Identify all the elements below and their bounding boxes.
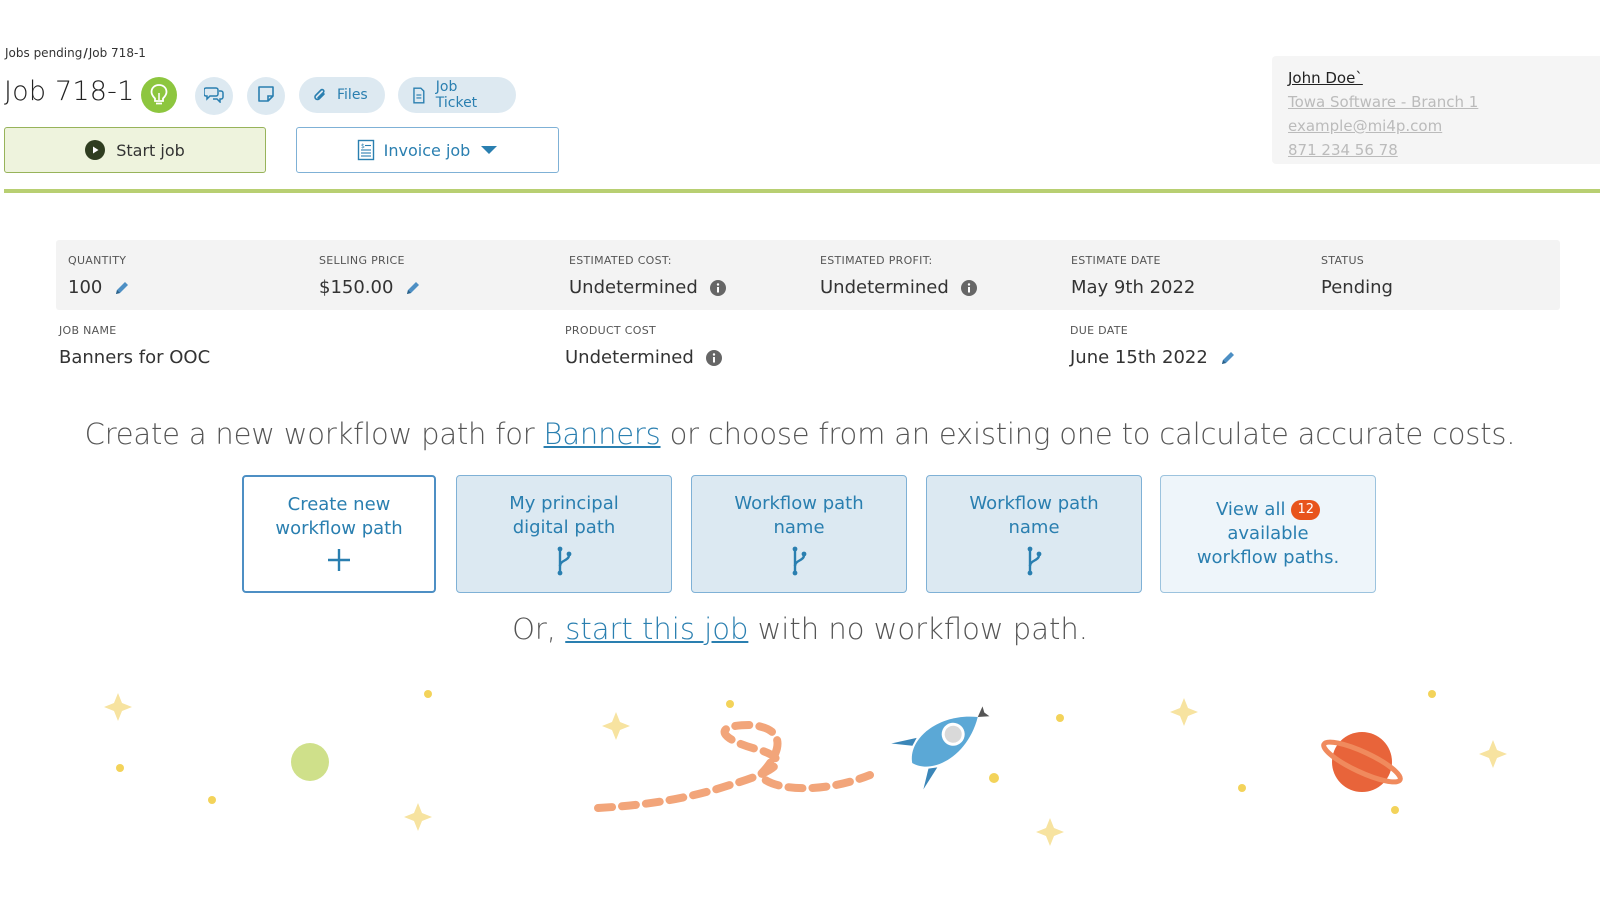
edit-quantity-pencil-icon[interactable]	[114, 280, 130, 296]
view-all-line2: available	[1227, 523, 1309, 544]
breadcrumb: Jobs pending/Job 718-1	[5, 46, 146, 60]
status-label: STATUS	[1321, 254, 1365, 267]
path2-card-line2: name	[1008, 517, 1060, 538]
rocket	[891, 706, 990, 790]
edit-due-date-pencil-icon[interactable]	[1220, 350, 1236, 366]
chat-bubbles-icon	[203, 85, 224, 107]
play-icon	[85, 140, 106, 160]
plus-icon	[244, 547, 434, 573]
branch-icon	[457, 546, 671, 576]
estimated-profit-field: ESTIMATED PROFIT: Undetermined	[820, 254, 977, 298]
start-job-label: Start job	[116, 140, 185, 160]
contact-company[interactable]: Towa Software - Branch 1	[1288, 90, 1596, 114]
estimate-date-value: May 9th 2022	[1071, 277, 1196, 298]
rocket-trail	[594, 720, 874, 812]
due-date-label: DUE DATE	[1070, 324, 1128, 337]
breadcrumb-separator: /	[83, 46, 88, 60]
files-label: Files	[337, 87, 368, 103]
space-illustration	[104, 690, 1507, 846]
estimated-profit-value: Undetermined	[820, 277, 949, 298]
path1-card-line2: name	[773, 517, 825, 538]
create-card-line2: workflow path	[275, 518, 403, 539]
estimated-profit-label: ESTIMATED PROFIT:	[820, 254, 933, 267]
info-icon[interactable]	[709, 279, 726, 296]
quantity-field: QUANTITY 100	[68, 254, 130, 298]
estimate-date-label: ESTIMATE DATE	[1071, 254, 1161, 267]
create-card-line1: Create new	[287, 494, 391, 515]
workflow-prompt: Create a new workflow path for Banners o…	[0, 417, 1600, 451]
start-this-job-link[interactable]: start this job	[565, 612, 748, 646]
estimated-cost-label: ESTIMATED COST:	[569, 254, 672, 267]
start-job-button[interactable]: Start job	[4, 127, 266, 173]
estimated-cost-field: ESTIMATED COST: Undetermined	[569, 254, 726, 298]
paths-count-badge: 12	[1291, 500, 1320, 520]
view-all-paths-card[interactable]: View all 12 available workflow paths.	[1160, 475, 1376, 593]
selling-price-value: $150.00	[319, 277, 394, 298]
principal-card-line1: My principal	[509, 493, 619, 514]
due-date-value: June 15th 2022	[1070, 347, 1208, 368]
info-icon[interactable]	[960, 279, 977, 296]
quantity-label: QUANTITY	[68, 254, 127, 267]
selling-price-label: SELLING PRICE	[319, 254, 405, 267]
job-name-field: JOB NAME Banners for OOC	[59, 324, 210, 368]
sticky-note-icon	[257, 85, 275, 107]
job-ticket-button[interactable]: Job Ticket	[398, 77, 516, 113]
product-cost-label: PRODUCT COST	[565, 324, 656, 337]
prompt-text-before: Create a new workflow path for	[84, 417, 544, 451]
view-all-line3: workflow paths.	[1196, 547, 1340, 568]
invoice-job-label: Invoice job	[383, 140, 471, 160]
caret-down-icon	[481, 146, 498, 154]
job-name-value: Banners for OOC	[59, 347, 211, 368]
product-cost-value: Undetermined	[565, 347, 694, 368]
job-summary-panel: QUANTITY 100 SELLING PRICE $150.00 ESTIM…	[56, 240, 1560, 310]
principal-card-line2: digital path	[512, 517, 616, 538]
breadcrumb-parent-link[interactable]: Jobs pending	[5, 46, 82, 60]
invoice-job-button[interactable]: $ Invoice job	[296, 127, 559, 173]
page-title: Job 718-1	[4, 76, 135, 107]
due-date-field: DUE DATE June 15th 2022	[1070, 324, 1236, 368]
status-value: Pending	[1321, 277, 1393, 298]
contact-phone[interactable]: 871 234 56 78	[1288, 138, 1596, 162]
workflow-path-card-2[interactable]: Workflow path name	[926, 475, 1142, 593]
path1-card-line1: Workflow path	[734, 493, 864, 514]
contact-card: John Doe` Towa Software - Branch 1 examp…	[1272, 56, 1600, 164]
prompt-text-after: or choose from an existing one to calcul…	[660, 417, 1516, 451]
no-workflow-option: Or, start this job with no workflow path…	[0, 612, 1600, 646]
edit-price-pencil-icon[interactable]	[405, 280, 421, 296]
status-field: STATUS Pending	[1321, 254, 1393, 298]
paperclip-icon	[314, 88, 325, 101]
branch-icon	[927, 546, 1141, 576]
comments-button[interactable]	[195, 77, 233, 115]
principal-digital-path-card[interactable]: My principal digital path	[456, 475, 672, 593]
banners-link[interactable]: Banners	[544, 417, 661, 451]
create-workflow-path-card[interactable]: Create new workflow path	[242, 475, 436, 593]
estimate-date-field: ESTIMATE DATE May 9th 2022	[1071, 254, 1195, 298]
orange-planet	[1321, 732, 1403, 792]
green-planet	[291, 743, 329, 781]
notes-button[interactable]	[247, 77, 285, 115]
svg-text:$: $	[361, 143, 365, 150]
lightbulb-icon[interactable]	[141, 77, 177, 113]
contact-name[interactable]: John Doe`	[1288, 66, 1596, 90]
info-icon[interactable]	[705, 349, 722, 366]
or-text-after: with no workflow path.	[748, 612, 1088, 646]
view-all-label: View all	[1215, 499, 1286, 520]
document-icon	[413, 86, 425, 104]
breadcrumb-current: Job 718-1	[88, 46, 146, 60]
estimated-cost-value: Undetermined	[569, 277, 698, 298]
branch-icon	[692, 546, 906, 576]
header-divider	[4, 189, 1600, 193]
workflow-path-card-1[interactable]: Workflow path name	[691, 475, 907, 593]
quantity-value: 100	[68, 277, 103, 298]
or-text-before: Or,	[512, 612, 566, 646]
job-ticket-label: Job Ticket	[435, 79, 478, 111]
files-button[interactable]: Files	[299, 77, 385, 113]
product-cost-field: PRODUCT COST Undetermined	[565, 324, 722, 368]
invoice-icon: $	[357, 139, 374, 161]
job-name-label: JOB NAME	[59, 324, 117, 337]
contact-email[interactable]: example@mi4p.com	[1288, 114, 1596, 138]
path2-card-line1: Workflow path	[969, 493, 1099, 514]
selling-price-field: SELLING PRICE $150.00	[319, 254, 421, 298]
